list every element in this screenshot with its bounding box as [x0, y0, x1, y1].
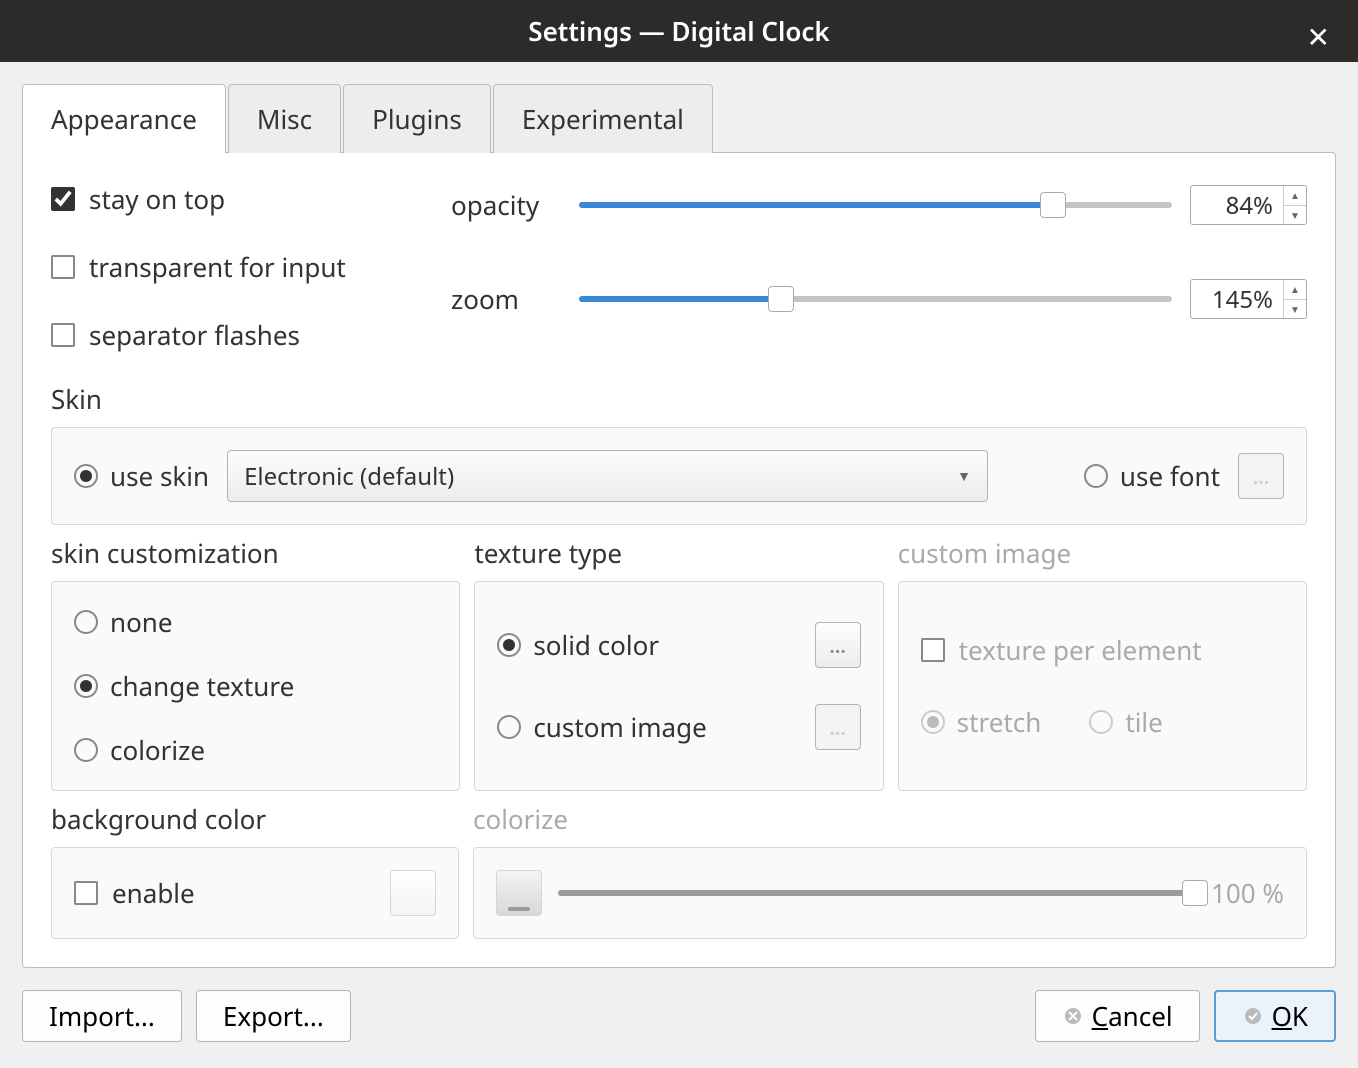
tile-radio: tile: [1089, 704, 1162, 740]
zoom-value: 145%: [1191, 280, 1283, 318]
tab-appearance[interactable]: Appearance: [22, 84, 226, 153]
ok-icon: [1242, 1005, 1264, 1027]
texture-custom-label: custom image: [533, 709, 706, 745]
import-button[interactable]: Import...: [22, 990, 182, 1042]
custo-colorize-label: colorize: [110, 732, 205, 768]
use-skin-radio[interactable]: use skin: [74, 458, 209, 494]
texture-type-heading: texture type: [474, 535, 883, 571]
bg-enable-checkbox[interactable]: enable: [74, 875, 195, 911]
zoom-slider[interactable]: [579, 290, 1172, 308]
ok-button[interactable]: OK: [1214, 990, 1336, 1042]
texture-type-group: solid color ... custom image ...: [474, 581, 883, 791]
separator-flashes-label: separator flashes: [89, 317, 300, 353]
tab-experimental[interactable]: Experimental: [493, 84, 713, 153]
texture-per-element-checkbox: texture per element: [921, 632, 1284, 668]
bg-enable-label: enable: [112, 875, 195, 911]
colorize-slider: [558, 884, 1195, 902]
zoom-down-icon[interactable]: ▼: [1284, 300, 1306, 319]
custo-colorize-radio[interactable]: colorize: [74, 732, 437, 768]
opacity-label: opacity: [451, 187, 561, 223]
colorize-group: 100 %: [473, 847, 1307, 939]
skin-customization-heading: skin customization: [51, 535, 460, 571]
skin-group: use skin Electronic (default) ▼ use font…: [51, 427, 1307, 525]
appearance-panel: stay on top transparent for input separa…: [22, 152, 1336, 968]
use-skin-label: use skin: [110, 458, 209, 494]
skin-customization-group: none change texture colorize: [51, 581, 460, 791]
texture-solid-label: solid color: [533, 627, 659, 663]
opacity-down-icon[interactable]: ▼: [1284, 206, 1306, 225]
tab-bar: Appearance Misc Plugins Experimental: [22, 84, 1336, 153]
zoom-up-icon[interactable]: ▲: [1284, 280, 1306, 300]
close-icon[interactable]: ✕: [1307, 18, 1330, 56]
zoom-spinbox[interactable]: 145% ▲ ▼: [1190, 279, 1307, 319]
solid-color-picker-button[interactable]: ...: [815, 622, 861, 668]
stay-on-top-label: stay on top: [89, 181, 225, 217]
transparent-input-label: transparent for input: [89, 249, 346, 285]
zoom-label: zoom: [451, 281, 561, 317]
opacity-spinbox[interactable]: 84% ▲ ▼: [1190, 185, 1307, 225]
separator-flashes-checkbox[interactable]: separator flashes: [51, 317, 451, 353]
stretch-radio: stretch: [921, 704, 1042, 740]
texture-solid-radio[interactable]: solid color: [497, 627, 659, 663]
stretch-label: stretch: [957, 704, 1042, 740]
bg-color-swatch[interactable]: [390, 870, 436, 916]
opacity-value: 84%: [1191, 186, 1283, 224]
custom-image-group: texture per element stretch tile: [898, 581, 1307, 791]
background-color-group: enable: [51, 847, 459, 939]
tab-misc[interactable]: Misc: [228, 84, 341, 153]
background-color-heading: background color: [51, 801, 459, 837]
opacity-slider[interactable]: [579, 196, 1172, 214]
stay-on-top-checkbox[interactable]: stay on top: [51, 181, 451, 217]
custo-change-texture-label: change texture: [110, 668, 294, 704]
custom-image-heading: custom image: [898, 535, 1307, 571]
skin-heading: Skin: [51, 381, 1307, 417]
colorize-color-swatch: [496, 870, 542, 916]
cancel-icon: [1062, 1005, 1084, 1027]
font-picker-button: ...: [1238, 453, 1284, 499]
titlebar: Settings — Digital Clock ✕: [0, 0, 1358, 62]
skin-combo[interactable]: Electronic (default) ▼: [227, 450, 988, 502]
tab-plugins[interactable]: Plugins: [343, 84, 491, 153]
skin-combo-value: Electronic (default): [244, 460, 454, 493]
custo-none-radio[interactable]: none: [74, 604, 437, 640]
colorize-heading: colorize: [473, 801, 1307, 837]
export-button[interactable]: Export...: [196, 990, 351, 1042]
custo-none-label: none: [110, 604, 173, 640]
transparent-input-checkbox[interactable]: transparent for input: [51, 249, 451, 285]
chevron-down-icon: ▼: [957, 467, 971, 486]
window-title: Settings — Digital Clock: [528, 13, 829, 49]
cancel-button[interactable]: Cancel: [1035, 990, 1200, 1042]
tile-label: tile: [1125, 704, 1162, 740]
texture-custom-radio[interactable]: custom image: [497, 709, 706, 745]
dialog-footer: Import... Export... Cancel OK: [0, 990, 1358, 1064]
texture-per-element-label: texture per element: [959, 632, 1202, 668]
use-font-radio[interactable]: use font: [1084, 458, 1220, 494]
custom-image-picker-button: ...: [815, 704, 861, 750]
use-font-label: use font: [1120, 458, 1220, 494]
opacity-up-icon[interactable]: ▲: [1284, 186, 1306, 206]
colorize-value: 100 %: [1211, 875, 1284, 911]
custo-change-texture-radio[interactable]: change texture: [74, 668, 437, 704]
